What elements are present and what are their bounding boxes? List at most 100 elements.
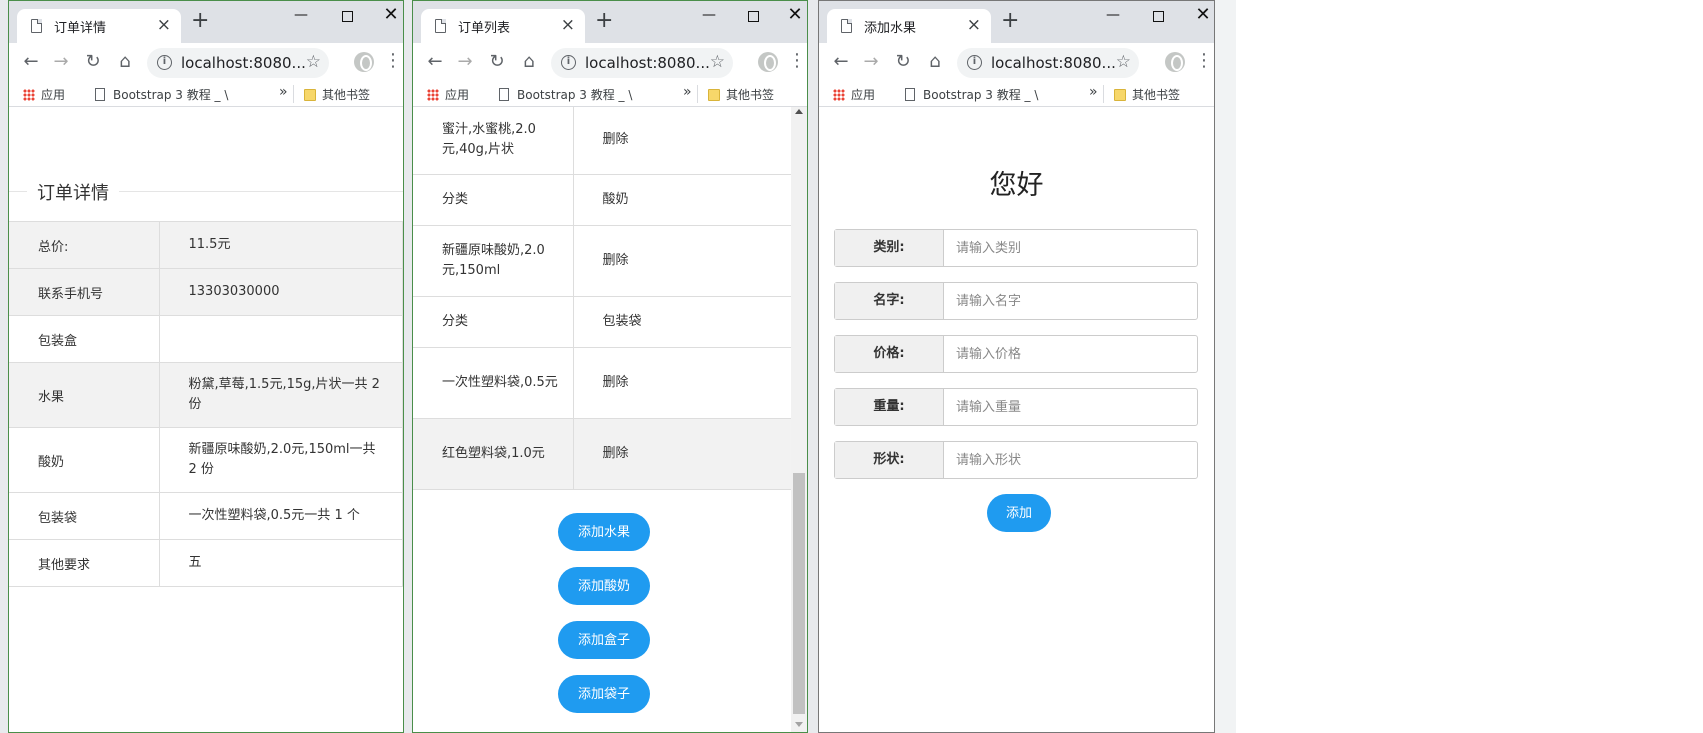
star-icon[interactable]: ☆ (306, 52, 321, 72)
profile-avatar-icon[interactable] (354, 52, 374, 72)
new-tab-icon[interactable]: + (595, 10, 613, 32)
maximize-icon[interactable] (739, 7, 767, 26)
close-window-icon[interactable]: ✕ (1189, 4, 1214, 25)
delete-link[interactable]: 删除 (573, 418, 792, 490)
menu-kebab-icon[interactable]: ⋮ (1195, 50, 1213, 71)
name-input[interactable] (945, 283, 1197, 319)
info-icon[interactable]: i (967, 55, 982, 70)
reload-icon[interactable]: ↻ (81, 50, 105, 74)
browser-window-order-list: 订单列表 × + — ✕ ← → ↻ ⌂ i localhost:8080...… (412, 0, 808, 733)
back-icon[interactable]: ← (423, 50, 447, 74)
bookmarks-overflow-icon[interactable]: » (279, 84, 288, 100)
order-list-table: 蜜汁,水蜜桃,2.0元,40g,片状 删除 分类 酸奶 新疆原味酸奶,2.0元,… (413, 107, 792, 490)
new-tab-icon[interactable]: + (1001, 10, 1019, 32)
title-bar: 订单列表 × + — ✕ (413, 1, 807, 43)
browser-toolbar: ← → ↻ ⌂ i localhost:8080... ☆ ⋮ (9, 43, 403, 81)
bookmark-apps[interactable]: 应用 (833, 86, 875, 103)
reload-icon[interactable]: ↻ (485, 50, 509, 74)
category-input[interactable] (945, 230, 1197, 266)
browser-tab[interactable]: 添加水果 × (827, 9, 991, 43)
address-bar[interactable]: i localhost:8080... ☆ (551, 48, 733, 78)
shape-input[interactable] (945, 442, 1197, 478)
tab-close-icon[interactable]: × (561, 15, 575, 35)
row-value: 新疆原味酸奶,2.0元,150ml一共 2 份 (159, 427, 403, 493)
table-row: 水果 粉黛,草莓,1.5元,15g,片状一共 2 份 (9, 362, 403, 428)
bookmark-other-folder[interactable]: 其他书签 (1114, 86, 1180, 103)
table-row: 新疆原味酸奶,2.0元,150ml 删除 (413, 225, 792, 297)
home-icon[interactable]: ⌂ (923, 50, 947, 74)
bookmarks-overflow-icon[interactable]: » (1089, 84, 1098, 100)
profile-avatar-icon[interactable] (758, 52, 778, 72)
tab-title: 添加水果 (864, 21, 917, 36)
scroll-thumb[interactable] (793, 473, 805, 714)
table-row: 联系手机号 13303030000 (9, 268, 403, 316)
bookmark-bootstrap[interactable]: Bootstrap 3 教程 _ \ (95, 86, 228, 103)
reload-icon[interactable]: ↻ (891, 50, 915, 74)
url-text: localhost:8080... (181, 54, 306, 72)
profile-avatar-icon[interactable] (1165, 52, 1185, 72)
delete-link[interactable]: 删除 (573, 347, 792, 419)
add-box-button[interactable]: 添加盒子 (558, 621, 650, 659)
field-label: 重量: (835, 389, 944, 425)
weight-input[interactable] (945, 389, 1197, 425)
bookmark-bootstrap[interactable]: Bootstrap 3 教程 _ \ (499, 86, 632, 103)
address-bar[interactable]: i localhost:8080... ☆ (147, 48, 329, 78)
add-fruit-button[interactable]: 添加水果 (558, 513, 650, 551)
info-icon[interactable]: i (157, 55, 172, 70)
bookmark-other-folder[interactable]: 其他书签 (708, 86, 774, 103)
delete-link[interactable]: 删除 (573, 107, 792, 175)
browser-tab[interactable]: 订单列表 × (421, 9, 585, 43)
info-icon[interactable]: i (561, 55, 576, 70)
delete-link[interactable]: 删除 (573, 225, 792, 297)
bookmark-apps[interactable]: 应用 (23, 86, 65, 103)
tab-close-icon[interactable]: × (967, 15, 981, 35)
scroll-down-icon[interactable] (795, 722, 803, 727)
star-icon[interactable]: ☆ (1116, 52, 1131, 72)
add-bag-button[interactable]: 添加袋子 (558, 675, 650, 713)
bookmark-apps[interactable]: 应用 (427, 86, 469, 103)
new-tab-icon[interactable]: + (191, 10, 209, 32)
star-icon[interactable]: ☆ (710, 52, 725, 72)
forward-icon[interactable]: → (453, 50, 477, 74)
submit-add-button[interactable]: 添加 (987, 494, 1051, 532)
back-icon[interactable]: ← (829, 50, 853, 74)
price-input[interactable] (945, 336, 1197, 372)
forward-icon[interactable]: → (859, 50, 883, 74)
maximize-icon[interactable] (1144, 7, 1172, 26)
minimize-icon[interactable]: — (287, 7, 315, 23)
scroll-up-icon[interactable] (795, 109, 803, 114)
apps-grid-icon (427, 89, 439, 101)
title-bar: 添加水果 × + — ✕ (819, 1, 1214, 43)
add-yogurt-button[interactable]: 添加酸奶 (558, 567, 650, 605)
browser-toolbar: ← → ↻ ⌂ i localhost:8080... ☆ ⋮ (819, 43, 1214, 81)
row-value: 一次性塑料袋,0.5元一共 1 个 (159, 492, 403, 540)
menu-kebab-icon[interactable]: ⋮ (384, 50, 402, 71)
menu-kebab-icon[interactable]: ⋮ (788, 50, 806, 71)
desktop-strip-middle2 (808, 0, 818, 733)
row-key: 包装盒 (9, 315, 160, 363)
close-window-icon[interactable]: ✕ (781, 4, 807, 25)
row-value: 11.5元 (159, 221, 403, 269)
tab-close-icon[interactable]: × (157, 15, 171, 35)
address-bar[interactable]: i localhost:8080... ☆ (957, 48, 1139, 78)
browser-tab[interactable]: 订单详情 × (17, 9, 181, 43)
folder-icon (1114, 89, 1126, 101)
bookmarks-overflow-icon[interactable]: » (683, 84, 692, 100)
vertical-scrollbar[interactable] (791, 107, 807, 732)
home-icon[interactable]: ⌂ (517, 50, 541, 74)
bookmarks-bar: 应用 Bootstrap 3 教程 _ \ » 其他书签 (413, 81, 807, 107)
bookmark-bootstrap[interactable]: Bootstrap 3 教程 _ \ (905, 86, 1038, 103)
home-icon[interactable]: ⌂ (113, 50, 137, 74)
browser-window-order-detail: 订单详情 × + — ✕ ← → ↻ ⌂ i localhost:8080...… (8, 0, 404, 733)
minimize-icon[interactable]: — (1099, 7, 1127, 23)
minimize-icon[interactable]: — (695, 7, 723, 23)
apps-grid-icon (833, 89, 845, 101)
apps-grid-icon (23, 89, 35, 101)
forward-icon[interactable]: → (49, 50, 73, 74)
back-icon[interactable]: ← (19, 50, 43, 74)
close-window-icon[interactable]: ✕ (377, 4, 403, 25)
bookmark-other-folder[interactable]: 其他书签 (304, 86, 370, 103)
title-bar: 订单详情 × + — ✕ (9, 1, 403, 43)
page-content: 蜜汁,水蜜桃,2.0元,40g,片状 删除 分类 酸奶 新疆原味酸奶,2.0元,… (413, 107, 807, 732)
maximize-icon[interactable] (333, 7, 361, 26)
